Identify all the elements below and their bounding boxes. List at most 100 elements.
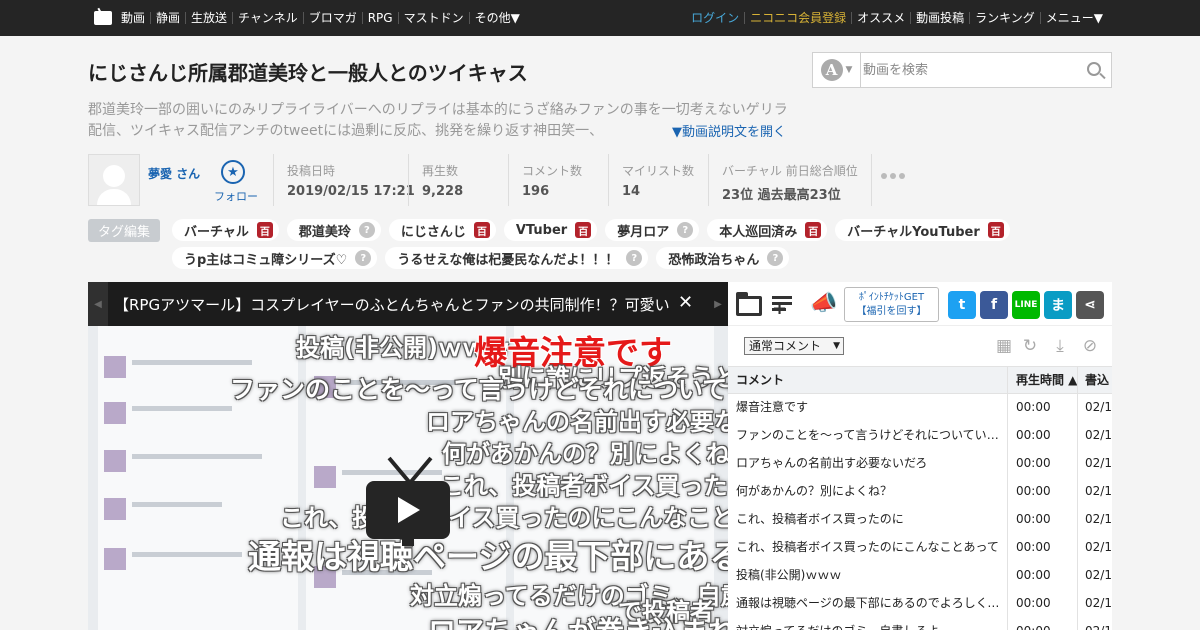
chevron-down-icon: ▼ [833, 341, 840, 351]
promo-next-icon[interactable]: ▶ [708, 282, 728, 326]
owner-avatar[interactable] [88, 154, 140, 206]
nav-upload[interactable]: 動画投稿 [910, 12, 969, 24]
comment-row[interactable]: ファンのことを～って言うけどそれについていけない 00:00 02/15 [728, 422, 1112, 450]
tag-edit-button[interactable]: タグ編集 [88, 219, 160, 242]
comment-row[interactable]: 何があかんの？別によくね？ 00:00 02/15 [728, 478, 1112, 506]
nav-seiga[interactable]: 静画 [150, 12, 185, 24]
add-playlist-icon[interactable]: + [772, 290, 800, 318]
comment-row[interactable]: 爆音注意です 00:00 02/15 [728, 394, 1112, 422]
dictionary-missing-icon[interactable]: ? [355, 250, 372, 266]
dictionary-missing-icon[interactable]: ? [767, 250, 784, 266]
search-input[interactable] [863, 57, 1073, 83]
search-target-selector[interactable]: A ▼ [813, 53, 861, 87]
promo-text[interactable]: 【RPGアツマール】コスプレイヤーのふとんちゃんとファンの共同制作！？可愛い [114, 294, 674, 315]
point-ticket-button[interactable]: ﾎﾟｲﾝﾄﾁｹｯﾄGET 【福引を回す】 [844, 287, 939, 322]
tag-label[interactable]: 夢月ロア [617, 221, 669, 240]
stat-ranking[interactable]: バーチャル 前日総合順位 23位 過去最高23位 [708, 154, 872, 206]
tag-item[interactable]: 本人巡回済み百 [707, 219, 828, 241]
dictionary-missing-icon[interactable]: ? [358, 222, 375, 238]
mastodon-share-icon[interactable]: ま [1044, 291, 1072, 319]
tag-label[interactable]: うるせえな俺は杞憂民なんだよ！！！ [397, 249, 618, 268]
stat-value: 14 [622, 184, 641, 199]
tag-label[interactable]: うp主はコミュ障シリーズ♡ [184, 249, 347, 268]
comment-row[interactable]: 対立煽ってるだけのゴミ、自粛しろよ 00:00 02/15 [728, 618, 1112, 630]
tag-item[interactable]: にじさんじ百 [388, 219, 496, 241]
comment-date: 02/15 [1078, 618, 1112, 630]
tag-label[interactable]: 本人巡回済み [719, 221, 797, 240]
follow-star-icon[interactable]: ★ [221, 160, 245, 184]
nav-menu[interactable]: メニュー▼ [1039, 12, 1108, 24]
comment-row[interactable]: 通報は視聴ページの最下部にあるのでよろしくです 00:00 02/15 [728, 590, 1112, 618]
autoscroll-icon[interactable]: ⤓ [1050, 336, 1070, 356]
login-link[interactable]: ログイン [686, 12, 744, 24]
dictionary-missing-icon[interactable]: ? [677, 222, 694, 238]
tag-item[interactable]: 恐怖政治ちゃん? [656, 247, 790, 269]
stat-label: バーチャル 前日総合順位 [722, 164, 858, 178]
owner-name[interactable]: 夢愛 さん [148, 165, 200, 182]
tag-label[interactable]: にじさんじ [401, 221, 466, 240]
close-icon[interactable]: ✕ [678, 292, 693, 313]
nav-blomaga[interactable]: ブロマガ [302, 12, 362, 24]
dictionary-icon[interactable]: 百 [575, 222, 592, 238]
dictionary-icon[interactable]: 百 [473, 222, 490, 238]
video-content-line [132, 502, 222, 507]
dictionary-missing-icon[interactable]: ? [626, 250, 643, 266]
tag-item[interactable]: うるせえな俺は杞憂民なんだよ！！！? [385, 247, 649, 269]
nav-recommend[interactable]: オススメ [851, 12, 910, 24]
panel-toolbar: + 📣 ﾎﾟｲﾝﾄﾁｹｯﾄGET 【福引を回す】 t f LINE ま ⋖ [728, 282, 1112, 326]
tag-item[interactable]: バーチャル百 [172, 219, 279, 241]
tag-item[interactable]: うp主はコミュ障シリーズ♡? [172, 247, 378, 269]
comment-text: 対立煽ってるだけのゴミ、自粛しろよ [728, 618, 1008, 630]
facebook-share-icon[interactable]: f [980, 291, 1008, 319]
chevron-down-icon: ▼ [845, 65, 853, 75]
line-share-icon[interactable]: LINE [1012, 291, 1040, 319]
video-frame[interactable]: 投稿(非公開)ｗｗｗ 爆音注意です 別に誰にリプ返そうとそれについて ファンのこ… [88, 326, 728, 630]
comment-type-select[interactable]: 通常コメント ▼ [744, 337, 844, 355]
tag-label[interactable]: バーチャル [184, 221, 249, 240]
expand-description-link[interactable]: ▼動画説明文を開く [672, 122, 786, 143]
niconico-tv-icon[interactable] [94, 11, 112, 25]
comment-row[interactable]: これ、投稿者ボイス買ったのに 00:00 02/15 [728, 506, 1112, 534]
comment-row[interactable]: 投稿(非公開)ｗｗｗ 00:00 02/15 [728, 562, 1112, 590]
tag-item[interactable]: 郡道美玲? [286, 219, 381, 241]
nav-ranking[interactable]: ランキング [969, 12, 1040, 24]
comment-row[interactable]: ロアちゃんの名前出す必要ないだろ 00:00 02/15 [728, 450, 1112, 478]
follow-button[interactable]: フォロー [214, 188, 258, 204]
dictionary-icon[interactable]: 百 [256, 222, 273, 238]
comment-row[interactable]: これ、投稿者ボイス買ったのにこんなことあって 00:00 02/15 [728, 534, 1112, 562]
video-content-avatar [104, 402, 126, 424]
nav-other-menu[interactable]: その他▼ [468, 12, 525, 24]
dictionary-icon[interactable]: 百 [805, 222, 822, 238]
register-link[interactable]: ニコニコ会員登録 [744, 12, 851, 24]
tag-item[interactable]: バーチャルYouTuber 百 [835, 219, 1010, 241]
search-icon[interactable] [1087, 62, 1101, 76]
header-time[interactable]: 再生時間 ▲ [1008, 367, 1078, 393]
nav-live[interactable]: 生放送 [185, 12, 232, 24]
mylist-folder-icon[interactable] [736, 290, 764, 318]
video-player[interactable]: ◀ 【RPGアツマール】コスプレイヤーのふとんちゃんとファンの共同制作！？可愛い… [88, 282, 728, 630]
share-more-icon[interactable]: ⋖ [1076, 291, 1104, 319]
comment-off-icon[interactable]: ⊘ [1080, 336, 1100, 356]
twitter-share-icon[interactable]: t [948, 291, 976, 319]
stat-label: マイリスト数 [622, 164, 695, 178]
tag-label[interactable]: バーチャルYouTuber [847, 221, 980, 240]
tag-label[interactable]: 恐怖政治ちゃん [668, 249, 759, 268]
header-comment[interactable]: コメント [728, 367, 1008, 393]
tag-item[interactable]: 夢月ロア? [605, 219, 700, 241]
video-title: にじさんじ所属郡道美玲と一般人とのツイキャス [88, 61, 528, 85]
promo-prev-icon[interactable]: ◀ [88, 282, 108, 326]
play-icon[interactable] [366, 481, 450, 539]
refresh-icon[interactable]: ↻ [1020, 336, 1040, 356]
dictionary-icon[interactable]: 百 [987, 222, 1004, 238]
nav-douga[interactable]: 動画 [116, 12, 150, 24]
nicoad-megaphone-icon[interactable]: 📣 [810, 290, 838, 318]
header-posted[interactable]: 書込 [1078, 367, 1112, 393]
nav-channel[interactable]: チャンネル [232, 12, 303, 24]
tag-label[interactable]: VTuber [516, 223, 567, 238]
nav-mastodon[interactable]: マストドン [397, 12, 469, 24]
tag-item[interactable]: VTuber 百 [503, 219, 598, 241]
calendar-icon[interactable]: ▦ [994, 336, 1014, 356]
more-options-icon[interactable] [881, 173, 905, 179]
tag-label[interactable]: 郡道美玲 [299, 221, 351, 240]
nav-rpg[interactable]: RPG [361, 12, 398, 24]
